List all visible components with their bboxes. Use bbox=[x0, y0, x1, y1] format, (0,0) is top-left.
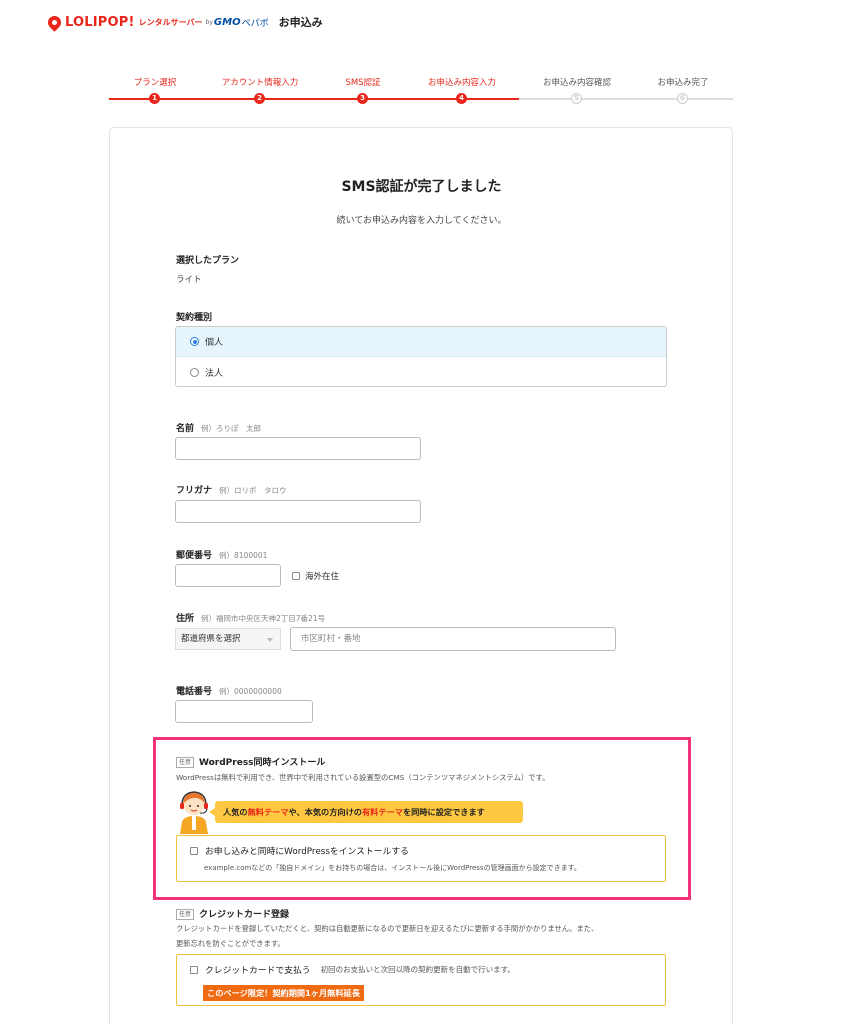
name-example: 例）ろりぽ 太郎 bbox=[201, 424, 262, 433]
step-confirm: お申込み内容確認 5 bbox=[525, 76, 629, 104]
step-label: お申込み内容入力 bbox=[427, 78, 496, 88]
credit-heading: 任意 クレジットカード登録 bbox=[176, 907, 289, 920]
credit-title: クレジットカード登録 bbox=[199, 910, 290, 920]
optional-badge: 任意 bbox=[176, 757, 195, 768]
step-number: 3 bbox=[357, 93, 368, 104]
wordpress-install-option[interactable]: お申し込みと同時にWordPressをインストールする example.comな… bbox=[176, 835, 666, 882]
credit-card-note: 初回のお支払いと次回以降の契約更新を自動で行います。 bbox=[320, 965, 515, 974]
site-header: LOLIPOP! レンタルサーバー by GMO ペパボ お申込み bbox=[45, 12, 323, 32]
form-title: SMS認証が完了しました bbox=[341, 179, 502, 195]
gmo-logo: GMO bbox=[213, 16, 241, 28]
phone-label-text: 電話番号 bbox=[176, 687, 213, 697]
contract-label: 契約種別 bbox=[176, 313, 213, 323]
radio-label: 個人 bbox=[205, 338, 224, 348]
radio-unchecked-icon[interactable] bbox=[190, 367, 199, 377]
credit-card-checkbox[interactable]: クレジットカードで支払う 初回のお支払いと次回以降の契約更新を自動で行います。 bbox=[190, 963, 515, 976]
lolipop-logo-icon[interactable] bbox=[45, 13, 64, 32]
wordpress-title: WordPress同時インストール bbox=[199, 758, 326, 768]
plan-label: 選択したプラン bbox=[176, 256, 240, 266]
pepabo-logo: ペパボ bbox=[241, 18, 269, 29]
step-label: SMS認証 bbox=[345, 78, 381, 88]
step-number: 4 bbox=[456, 93, 467, 104]
step-number: 2 bbox=[254, 93, 265, 104]
logo-by: by bbox=[205, 18, 213, 26]
prefecture-select[interactable]: 都道府県を選択 bbox=[175, 628, 281, 650]
credit-description-line2: 更新忘れを防ぐことができます。 bbox=[176, 939, 285, 948]
city-input[interactable]: 市区町村・番地 bbox=[290, 627, 616, 651]
overseas-checkbox[interactable]: 海外在住 bbox=[292, 570, 339, 582]
kana-label-text: フリガナ bbox=[176, 486, 213, 496]
credit-card-label: クレジットカードで支払う bbox=[205, 966, 311, 976]
address-label-text: 住所 bbox=[176, 614, 195, 624]
phone-label: 電話番号 例）0000000000 bbox=[176, 684, 282, 697]
bubble-text: を同時に設定できます bbox=[402, 807, 485, 817]
kana-example: 例）ロリポ タロウ bbox=[219, 486, 287, 495]
postal-label-text: 郵便番号 bbox=[176, 551, 213, 561]
name-label-text: 名前 bbox=[176, 424, 195, 434]
bubble-free-theme: 無料テーマ bbox=[247, 807, 289, 817]
step-label: プラン選択 bbox=[133, 78, 177, 88]
step-sms: SMS認証 3 bbox=[311, 76, 415, 104]
bubble-text: 人気の bbox=[223, 807, 248, 817]
kana-input[interactable] bbox=[175, 500, 421, 523]
step-number: 6 bbox=[677, 93, 688, 104]
phone-example: 例）0000000000 bbox=[219, 687, 282, 696]
radio-checked-icon[interactable] bbox=[190, 337, 199, 346]
bubble-paid-theme: 有料テーマ bbox=[361, 807, 403, 817]
checkbox-icon[interactable] bbox=[292, 572, 300, 580]
stepper-remaining-line bbox=[519, 98, 733, 100]
checkbox-icon[interactable] bbox=[190, 965, 198, 974]
contract-option-individual[interactable]: 個人 bbox=[176, 327, 666, 357]
progress-stepper: プラン選択 1 アカウント情報入力 2 SMS認証 3 お申込み内容入力 4 お… bbox=[109, 76, 733, 106]
step-complete: お申込み完了 6 bbox=[631, 76, 735, 104]
credit-description-line1: クレジットカードを登録していただくと、契約は自動更新になるので更新日を迎えるたび… bbox=[176, 924, 599, 933]
overseas-label: 海外在住 bbox=[305, 572, 340, 582]
wordpress-install-label: お申し込みと同時にWordPressをインストールする bbox=[205, 847, 409, 857]
contract-radio-group: 個人 法人 bbox=[175, 326, 667, 387]
postal-input[interactable] bbox=[175, 564, 281, 587]
form-subtitle: 続いてお申込み内容を入力してください。 bbox=[336, 216, 507, 226]
wordpress-description: WordPressは無料で利用でき、世界中で利用されている設置型のCMS（コンテ… bbox=[176, 773, 550, 782]
name-input[interactable] bbox=[175, 437, 421, 460]
address-example: 例）福岡市中央区天神2丁目7番21号 bbox=[201, 614, 326, 623]
dropdown-arrow-icon bbox=[267, 638, 273, 642]
contract-option-corporate[interactable]: 法人 bbox=[176, 357, 666, 386]
wordpress-heading: 任意 WordPress同時インストール bbox=[176, 755, 325, 768]
step-label: お申込み内容確認 bbox=[542, 78, 611, 88]
phone-input[interactable] bbox=[175, 700, 313, 723]
plan-value: ライト bbox=[176, 275, 202, 285]
wordpress-install-checkbox[interactable]: お申し込みと同時にWordPressをインストールする bbox=[190, 844, 409, 857]
bubble-text: や、本気の方向けの bbox=[288, 807, 362, 817]
step-label: お申込み完了 bbox=[657, 78, 709, 88]
step-plan: プラン選択 1 bbox=[103, 76, 207, 104]
checkbox-icon[interactable] bbox=[190, 846, 198, 855]
optional-badge: 任意 bbox=[176, 909, 195, 920]
prefecture-select-value: 都道府県を選択 bbox=[181, 634, 241, 644]
logo-text[interactable]: LOLIPOP! bbox=[65, 15, 135, 30]
kana-label: フリガナ 例）ロリポ タロウ bbox=[176, 483, 287, 496]
address-label: 住所 例）福岡市中央区天神2丁目7番21号 bbox=[176, 611, 325, 624]
promo-badge: このページ限定！契約期間1ヶ月無料延長 bbox=[203, 985, 364, 1001]
step-number: 5 bbox=[571, 93, 582, 104]
step-account: アカウント情報入力 2 bbox=[208, 76, 312, 104]
postal-label: 郵便番号 例）8100001 bbox=[176, 548, 267, 561]
credit-card-option[interactable]: クレジットカードで支払う 初回のお支払いと次回以降の契約更新を自動で行います。 … bbox=[176, 954, 666, 1006]
step-label: アカウント情報入力 bbox=[221, 78, 299, 88]
step-number: 1 bbox=[149, 93, 160, 104]
theme-speech-bubble: 人気の無料テーマや、本気の方向けの有料テーマを同時に設定できます bbox=[209, 801, 523, 823]
step-input: お申込み内容入力 4 bbox=[410, 76, 514, 104]
logo-subtitle: レンタルサーバー bbox=[138, 17, 203, 27]
wordpress-install-note: example.comなどの「独自ドメイン」をお持ちの場合は、インストール後にW… bbox=[204, 864, 581, 872]
radio-label: 法人 bbox=[205, 368, 224, 379]
postal-example: 例）8100001 bbox=[219, 551, 268, 560]
page-title: お申込み bbox=[278, 16, 323, 29]
name-label: 名前 例）ろりぽ 太郎 bbox=[176, 421, 261, 434]
mascot-icon bbox=[180, 791, 208, 834]
